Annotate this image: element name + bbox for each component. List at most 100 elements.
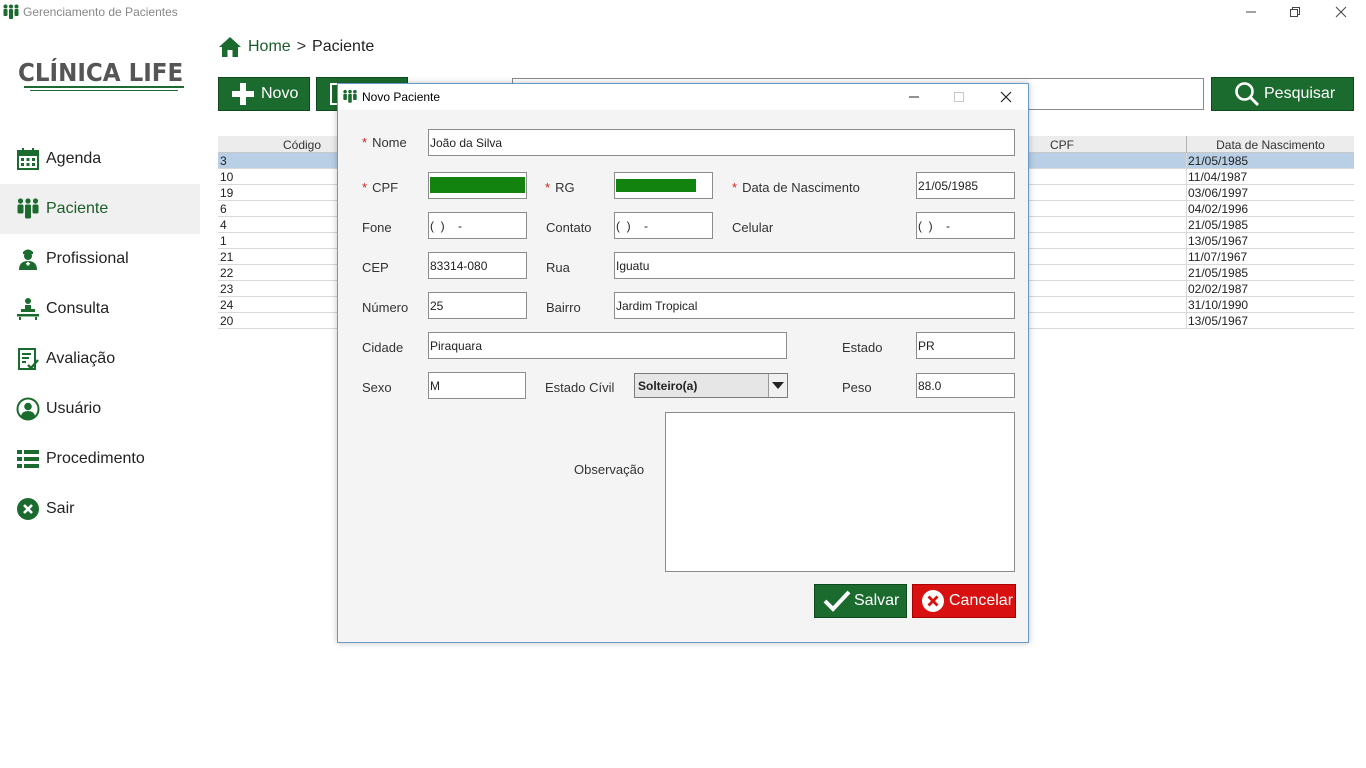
sidebar-item-usuario[interactable]: Usuário [0, 384, 200, 434]
label-observacao: Observação [574, 462, 645, 477]
sidebar-item-label: Usuário [46, 400, 102, 417]
sidebar-item-label: Avaliação [46, 350, 116, 367]
peso-field[interactable]: 88.0 [916, 373, 1015, 398]
minimize-button[interactable] [1236, 2, 1266, 22]
cancel-button[interactable]: Cancelar [912, 584, 1016, 618]
column-header-birthdate[interactable]: Data de Nascimento [1187, 138, 1354, 152]
cell-code: 24 [220, 298, 234, 312]
bairro-field[interactable]: Jardim Tropical [614, 292, 1015, 319]
label-nome-text: Nome [372, 135, 407, 150]
evaluation-icon [18, 348, 39, 370]
search-button-label: Pesquisar [1264, 85, 1336, 102]
cell-code: 20 [220, 314, 234, 328]
cell-code: 19 [220, 186, 234, 200]
new-button-label: Novo [261, 85, 299, 102]
sidebar-item-label: Consulta [46, 300, 110, 317]
dialog-close-button[interactable] [996, 88, 1016, 106]
dialog-title: Novo Paciente [362, 90, 441, 104]
cpf-field[interactable] [428, 172, 527, 199]
breadcrumb: Home > Paciente [218, 36, 374, 58]
home-icon[interactable] [218, 36, 242, 58]
search-button[interactable]: Pesquisar [1211, 77, 1354, 111]
celular-field[interactable]: ( ) - [916, 212, 1015, 239]
logo-underline [24, 86, 184, 88]
numero-field[interactable]: 25 [428, 292, 527, 319]
cell-birthdate: 21/05/1985 [1188, 266, 1249, 280]
new-button[interactable]: Novo [218, 77, 310, 111]
calendar-icon [17, 148, 39, 170]
close-window-button[interactable] [1326, 2, 1356, 22]
sidebar-item-avaliacao[interactable]: Avaliação [0, 334, 200, 384]
breadcrumb-home[interactable]: Home [248, 38, 291, 56]
logo-underline-thin [30, 90, 178, 91]
label-cpf: * CPF [362, 180, 398, 195]
rg-field[interactable] [614, 172, 713, 199]
sidebar-item-sair[interactable]: Sair [0, 484, 200, 534]
user-icon [16, 397, 40, 421]
dialog-maximize-button[interactable] [949, 88, 969, 106]
label-contato: Contato [546, 220, 592, 235]
sidebar-item-label: Sair [46, 500, 75, 517]
cell-birthdate: 13/05/1967 [1188, 234, 1249, 248]
cell-divider [1186, 185, 1187, 201]
label-numero: Número [362, 300, 409, 315]
sidebar-item-consulta[interactable]: Consulta [0, 284, 200, 334]
dialog-patients-icon [342, 89, 358, 109]
label-celular: Celular [732, 220, 774, 235]
sidebar-item-agenda[interactable]: Agenda [0, 134, 200, 184]
observacao-textarea[interactable] [665, 412, 1015, 572]
rg-field-fill [616, 179, 696, 192]
cell-divider [1186, 233, 1187, 249]
cidade-field[interactable]: Piraquara [428, 332, 787, 359]
label-nascimento-text: Data de Nascimento [742, 180, 860, 195]
sidebar-item-profissional[interactable]: Profissional [0, 234, 200, 284]
sidebar-item-label: Procedimento [46, 450, 145, 467]
cell-birthdate: 13/05/1967 [1188, 314, 1249, 328]
cell-divider [1186, 281, 1187, 297]
sexo-field[interactable]: M [428, 372, 526, 399]
cell-divider [1186, 249, 1187, 265]
save-button[interactable]: Salvar [814, 584, 907, 618]
rua-field[interactable]: Iguatu [614, 252, 1015, 279]
cell-birthdate: 21/05/1985 [1188, 154, 1249, 168]
window-titlebar: Gerenciamento de Pacientes [0, 0, 1366, 24]
cell-birthdate: 21/05/1985 [1188, 218, 1249, 232]
contato-field[interactable]: ( ) - [614, 212, 713, 239]
sidebar-item-procedimento[interactable]: Procedimento [0, 434, 200, 484]
label-sexo: Sexo [362, 380, 392, 395]
cancel-circle-icon [922, 590, 944, 612]
sidebar-item-label: Profissional [46, 250, 129, 267]
cell-code: 21 [220, 250, 234, 264]
estado-civil-select[interactable]: Solteiro(a) [634, 373, 788, 398]
patients-icon [17, 198, 39, 219]
label-cidade: Cidade [362, 340, 404, 355]
estado-civil-value: Solteiro(a) [638, 378, 698, 393]
sidebar-item-paciente[interactable]: Paciente [0, 184, 200, 234]
app-patients-icon [2, 4, 20, 25]
nascimento-field[interactable]: 21/05/1985 [916, 172, 1015, 199]
label-nome: * Nome [362, 135, 407, 150]
professional-icon [19, 249, 37, 270]
cell-code: 4 [220, 218, 227, 232]
fone-field[interactable]: ( ) - [428, 212, 527, 239]
cell-birthdate: 02/02/1987 [1188, 282, 1249, 296]
required-mark: * [362, 180, 368, 195]
dialog-titlebar[interactable]: Novo Paciente [338, 84, 1028, 110]
search-icon [1235, 82, 1260, 107]
label-nascimento: * Data de Nascimento [732, 180, 860, 195]
dropdown-arrow-icon[interactable] [768, 374, 787, 397]
estado-field[interactable]: PR [916, 332, 1015, 359]
dialog-minimize-button[interactable] [904, 88, 924, 106]
cep-field[interactable]: 83314-080 [428, 252, 527, 279]
restore-button[interactable] [1280, 2, 1310, 22]
label-rua: Rua [546, 260, 570, 275]
plus-icon [232, 83, 254, 105]
nome-field[interactable]: João da Silva [428, 129, 1015, 156]
cell-birthdate: 04/02/1996 [1188, 202, 1249, 216]
cancel-button-label: Cancelar [949, 592, 1014, 609]
cell-code: 10 [220, 170, 234, 184]
cell-divider [1186, 217, 1187, 233]
label-cpf-text: CPF [372, 180, 399, 195]
cell-divider [1186, 169, 1187, 185]
cell-divider [1186, 153, 1187, 169]
